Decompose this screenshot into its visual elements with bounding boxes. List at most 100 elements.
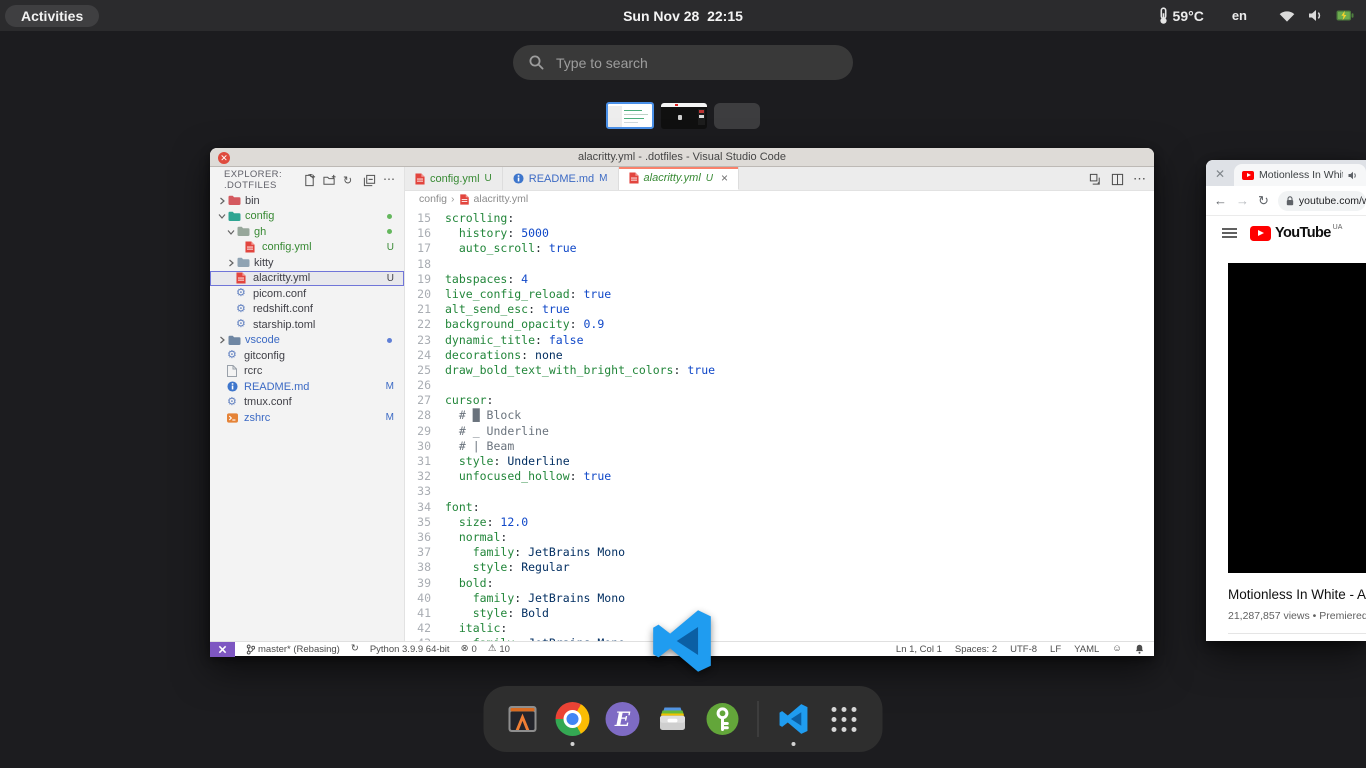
dock-alacritty-icon[interactable]	[505, 701, 541, 737]
code-line[interactable]: 38 style: Regular	[405, 560, 1154, 575]
tree-item-picom-conf[interactable]: ⚙picom.conf	[210, 286, 404, 302]
line-number[interactable]: 27	[405, 393, 445, 408]
battery-charging-icon[interactable]	[1336, 10, 1354, 21]
tree-item-config-yml[interactable]: config.ymlU	[210, 240, 404, 256]
line-number[interactable]: 33	[405, 484, 445, 499]
breadcrumb[interactable]: config › alacritty.yml	[405, 191, 1154, 207]
status-0[interactable]: ⊗0	[461, 644, 477, 655]
chrome-tab[interactable]: Motionless In White - A	[1234, 164, 1366, 186]
code-line[interactable]: 19tabspaces: 4	[405, 272, 1154, 287]
forward-button[interactable]: →	[1236, 193, 1249, 208]
hamburger-menu-icon[interactable]	[1222, 225, 1237, 240]
code-line[interactable]: 36 normal:	[405, 530, 1154, 545]
line-number[interactable]: 36	[405, 530, 445, 545]
tree-item-gitconfig[interactable]: ⚙gitconfig	[210, 348, 404, 364]
window-close-button[interactable]: ✕	[218, 152, 230, 164]
code-line[interactable]: 21alt_send_esc: true	[405, 302, 1154, 317]
code-line[interactable]: 24decorations: none	[405, 348, 1154, 363]
more-editor-actions-icon[interactable]: ⋯	[1133, 173, 1146, 186]
volume-icon[interactable]	[1308, 9, 1324, 22]
line-number[interactable]: 37	[405, 545, 445, 560]
line-number[interactable]: 40	[405, 591, 445, 606]
workspace-thumbnail-3[interactable]	[714, 103, 760, 129]
breadcrumb-file[interactable]: alacritty.yml	[474, 193, 529, 205]
status-smiley-icon[interactable]: ☺	[1112, 644, 1122, 654]
tab-alacritty-yml[interactable]: alacritty.ymlU×	[619, 167, 740, 190]
code-line[interactable]: 35 size: 12.0	[405, 515, 1154, 530]
code-line[interactable]: 22background_opacity: 0.9	[405, 317, 1154, 332]
code-line[interactable]: 17 auto_scroll: true	[405, 241, 1154, 256]
keyboard-layout-indicator[interactable]: en	[1232, 8, 1247, 23]
tab-config-yml[interactable]: config.ymlU	[405, 167, 503, 190]
status-utf-8[interactable]: UTF-8	[1010, 644, 1037, 655]
tab-close-icon[interactable]: ×	[721, 171, 728, 185]
tree-item-redshift-conf[interactable]: ⚙redshift.conf	[210, 302, 404, 318]
tree-item-gh[interactable]: gh	[210, 224, 404, 240]
search-input[interactable]	[556, 55, 837, 71]
code-line[interactable]: 25draw_bold_text_with_bright_colors: tru…	[405, 363, 1154, 378]
dock-emacs-icon[interactable]: E	[605, 701, 641, 737]
back-button[interactable]: ←	[1214, 193, 1227, 208]
code-line[interactable]: 30 # | Beam	[405, 439, 1154, 454]
code-line[interactable]: 15scrolling:	[405, 211, 1154, 226]
code-line[interactable]: 23dynamic_title: false	[405, 333, 1154, 348]
line-number[interactable]: 18	[405, 257, 445, 272]
video-player[interactable]	[1228, 263, 1366, 573]
tab-audio-icon[interactable]	[1348, 171, 1358, 180]
dock-seahorse-icon[interactable]	[705, 701, 741, 737]
line-number[interactable]: 34	[405, 500, 445, 515]
line-number[interactable]: 31	[405, 454, 445, 469]
status-lf[interactable]: LF	[1050, 644, 1061, 655]
code-line[interactable]: 41 style: Bold	[405, 606, 1154, 621]
line-number[interactable]: 41	[405, 606, 445, 621]
tree-item-tmux-conf[interactable]: ⚙tmux.conf	[210, 395, 404, 411]
code-line[interactable]: 27cursor:	[405, 393, 1154, 408]
code-line[interactable]: 31 style: Underline	[405, 454, 1154, 469]
youtube-logo[interactable]: YouTube UA	[1250, 226, 1342, 241]
line-number[interactable]: 24	[405, 348, 445, 363]
vscode-titlebar[interactable]: ✕ alacritty.yml - .dotfiles - Visual Stu…	[210, 148, 1154, 167]
status-master-rebasing-[interactable]: master* (Rebasing)	[246, 644, 340, 655]
line-number[interactable]: 28	[405, 408, 445, 423]
line-number[interactable]: 23	[405, 333, 445, 348]
status-bell-icon[interactable]	[1135, 644, 1144, 654]
line-number[interactable]: 42	[405, 621, 445, 636]
tree-item-vscode[interactable]: vscode	[210, 333, 404, 349]
dock-files-icon[interactable]	[655, 701, 691, 737]
tree-item-readme-md[interactable]: README.mdM	[210, 379, 404, 395]
line-number[interactable]: 35	[405, 515, 445, 530]
collapse-folders-icon[interactable]	[363, 174, 376, 187]
status-10[interactable]: ⚠10	[488, 644, 510, 655]
line-number[interactable]: 38	[405, 560, 445, 575]
dock-chrome-icon[interactable]	[555, 701, 591, 737]
tree-item-kitty[interactable]: kitty	[210, 255, 404, 271]
line-number[interactable]: 26	[405, 378, 445, 393]
line-number[interactable]: 30	[405, 439, 445, 454]
code-line[interactable]: 33	[405, 484, 1154, 499]
status-yaml[interactable]: YAML	[1074, 644, 1099, 655]
code-line[interactable]: 28 # █ Block	[405, 408, 1154, 423]
open-changes-icon[interactable]	[1089, 173, 1102, 186]
code-line[interactable]: 34font:	[405, 500, 1154, 515]
vscode-app-icon[interactable]	[651, 610, 713, 672]
tree-item-zshrc[interactable]: zshrcM	[210, 410, 404, 426]
status-ln-1-col-1[interactable]: Ln 1, Col 1	[896, 644, 942, 655]
address-bar[interactable]: youtube.com/wa	[1278, 191, 1366, 211]
status-spaces-2[interactable]: Spaces: 2	[955, 644, 997, 655]
dock-app-grid-icon[interactable]	[826, 701, 862, 737]
status-sync-icon[interactable]: ↻	[351, 644, 359, 654]
tree-item-rcrc[interactable]: rcrc	[210, 364, 404, 380]
line-number[interactable]: 16	[405, 226, 445, 241]
breadcrumb-folder[interactable]: config	[419, 193, 447, 205]
code-line[interactable]: 39 bold:	[405, 576, 1154, 591]
tree-item-alacritty-yml[interactable]: alacritty.ymlU	[210, 271, 404, 287]
tree-item-starship-toml[interactable]: ⚙starship.toml	[210, 317, 404, 333]
line-number[interactable]: 29	[405, 424, 445, 439]
line-number[interactable]: 39	[405, 576, 445, 591]
dock-vscode-icon[interactable]	[776, 701, 812, 737]
temperature-indicator[interactable]: 59°C	[1173, 8, 1204, 24]
workspace-thumbnail-2[interactable]	[661, 103, 707, 129]
more-actions-icon[interactable]: ⋯	[383, 174, 396, 187]
tab-readme-md[interactable]: README.mdM	[503, 167, 619, 190]
status-python-3-9-9-64-bit[interactable]: Python 3.9.9 64-bit	[370, 644, 450, 655]
